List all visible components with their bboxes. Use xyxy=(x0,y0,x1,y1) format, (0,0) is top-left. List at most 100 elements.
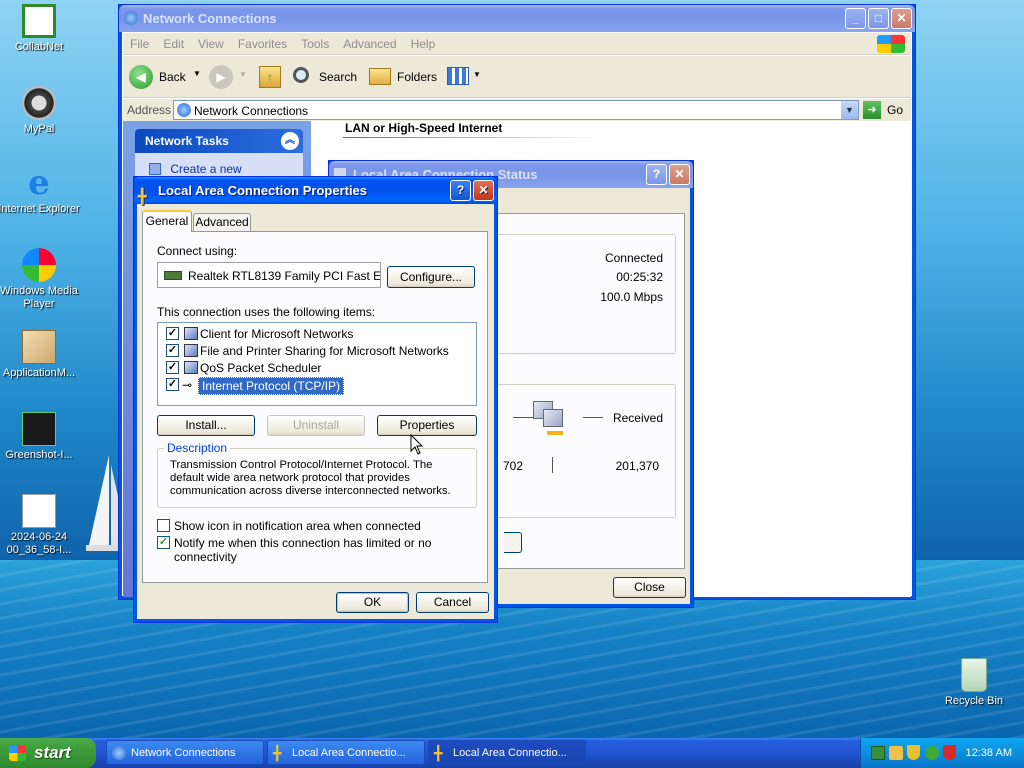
close-button[interactable]: ✕ xyxy=(669,164,690,185)
item-checkbox[interactable]: ✓ xyxy=(166,344,179,357)
list-item[interactable]: ✓ QoS Packet Scheduler xyxy=(158,360,474,376)
connect-using-label: Connect using: xyxy=(157,244,238,258)
address-bar: Address Network Connections ▼ ➜ Go xyxy=(123,99,911,121)
help-button[interactable]: ? xyxy=(450,180,471,201)
taskbar-item-label: Network Connections xyxy=(131,747,236,759)
network-tasks-title: Network Tasks xyxy=(145,134,229,148)
sent-bytes-value: 702 xyxy=(503,459,524,473)
window-title: Network Connections xyxy=(143,11,277,26)
close-button[interactable]: ✕ xyxy=(891,8,912,29)
list-item[interactable]: ✓ File and Printer Sharing for Microsoft… xyxy=(158,343,474,359)
desktop-icon-label: ApplicationM... xyxy=(2,367,76,379)
tab-general[interactable]: General xyxy=(142,210,192,232)
create-connection-link[interactable]: Create a new xyxy=(170,162,241,176)
desktop-icon-applicationm[interactable]: ApplicationM... xyxy=(0,330,81,380)
tray-connection-icon[interactable] xyxy=(925,746,939,760)
desktop-icon-windows-media-player[interactable]: Windows Media Player xyxy=(0,248,81,311)
explorer-titlebar[interactable]: Network Connections _ □ ✕ xyxy=(119,5,915,32)
search-button[interactable]: Search xyxy=(291,64,361,90)
desktop-icon-label: MyPal xyxy=(23,123,55,135)
collapse-chevron-icon[interactable]: ︽ xyxy=(281,132,299,150)
views-button[interactable]: ▼ xyxy=(445,65,483,89)
desktop-icon-label: Recycle Bin xyxy=(944,695,1004,707)
address-input[interactable]: Network Connections ▼ xyxy=(173,100,859,120)
item-checkbox[interactable]: ✓ xyxy=(166,327,179,340)
collabnet-icon xyxy=(22,4,56,38)
uninstall-button[interactable]: Uninstall xyxy=(267,415,365,436)
properties-dialog: ╋ Local Area Connection Properties ? ✕ G… xyxy=(133,176,498,623)
menu-tools[interactable]: Tools xyxy=(294,33,336,55)
search-icon xyxy=(293,67,309,83)
tab-advanced[interactable]: Advanced xyxy=(193,213,251,232)
address-label: Address xyxy=(127,103,172,117)
menu-favorites[interactable]: Favorites xyxy=(231,33,294,55)
configure-button[interactable]: Configure... xyxy=(387,266,475,288)
go-arrow-icon: ➜ xyxy=(863,101,881,119)
menu-edit[interactable]: Edit xyxy=(156,33,191,55)
application-manager-icon xyxy=(22,330,56,364)
item-checkbox[interactable]: ✓ xyxy=(166,361,179,374)
show-icon-label[interactable]: Show icon in notification area when conn… xyxy=(174,519,421,533)
notify-checkbox[interactable]: ✓ xyxy=(157,536,170,549)
desktop-icon-collabnet[interactable]: CollabNet xyxy=(0,4,81,54)
tray-network-icon[interactable] xyxy=(871,746,885,760)
tray-tools-icon[interactable] xyxy=(889,746,903,760)
start-button[interactable]: start xyxy=(0,738,96,768)
go-button[interactable]: ➜ Go xyxy=(863,100,907,120)
address-dropdown-icon[interactable]: ▼ xyxy=(841,101,858,119)
item-checkbox[interactable]: ✓ xyxy=(166,378,179,391)
show-icon-checkbox[interactable] xyxy=(157,519,170,532)
status-hidden-button-edge[interactable] xyxy=(504,532,522,553)
description-group: Description Transmission Control Protoco… xyxy=(157,441,477,508)
menu-help[interactable]: Help xyxy=(404,33,443,55)
menu-advanced[interactable]: Advanced xyxy=(336,33,403,55)
desktop-icon-label: Windows Media Player xyxy=(0,285,78,310)
notify-label[interactable]: Notify me when this connection has limit… xyxy=(174,536,487,564)
desktop-icon-mypal[interactable]: MyPal xyxy=(0,86,81,136)
properties-dialog-titlebar[interactable]: ╋ Local Area Connection Properties ? ✕ xyxy=(134,177,497,204)
help-button[interactable]: ? xyxy=(646,164,667,185)
activity-line-right xyxy=(583,417,603,418)
network-tasks-header[interactable]: Network Tasks ︽ xyxy=(135,129,303,153)
up-folder-icon[interactable]: ↑ xyxy=(259,66,281,88)
folders-button[interactable]: Folders xyxy=(367,64,439,90)
tray-alert-shield-icon[interactable] xyxy=(943,745,956,760)
taskbar-item-lan-status[interactable]: ╋ Local Area Connectio... xyxy=(267,740,425,765)
desktop-icon-recycle-bin[interactable]: Recycle Bin xyxy=(932,658,1016,708)
clock[interactable]: 12:38 AM xyxy=(966,738,1012,768)
ok-button[interactable]: OK xyxy=(336,592,409,613)
forward-dropdown-icon[interactable]: ▼ xyxy=(239,70,247,79)
desktop-icon-screenshot-file[interactable]: 2024-06-24 00_36_58-I... xyxy=(0,494,81,557)
back-label: Back xyxy=(159,70,186,84)
install-button[interactable]: Install... xyxy=(157,415,255,436)
status-close-button[interactable]: Close xyxy=(613,577,686,598)
internet-explorer-icon: e xyxy=(28,163,50,203)
tray-security-shield-icon[interactable] xyxy=(907,745,920,760)
taskbar-item-lan-properties[interactable]: ╋ Local Area Connectio... xyxy=(428,740,586,765)
menu-file[interactable]: File xyxy=(123,33,156,55)
list-item[interactable]: ✓ Client for Microsoft Networks xyxy=(158,326,474,342)
adapter-field: Realtek RTL8139 Family PCI Fast Et xyxy=(157,262,381,288)
components-list[interactable]: ✓ Client for Microsoft Networks ✓ File a… xyxy=(157,322,477,406)
back-dropdown-icon[interactable]: ▼ xyxy=(193,69,201,78)
cancel-button[interactable]: Cancel xyxy=(416,592,489,613)
search-label: Search xyxy=(319,70,358,84)
list-item-selected[interactable]: ✓ ⊸ Internet Protocol (TCP/IP) xyxy=(158,377,474,395)
maximize-button[interactable]: □ xyxy=(868,8,889,29)
file-sharing-icon xyxy=(184,344,198,357)
general-tab-panel: Connect using: Realtek RTL8139 Family PC… xyxy=(142,231,488,583)
menu-view[interactable]: View xyxy=(191,33,231,55)
network-connection-icon: ╋ xyxy=(434,745,443,761)
image-file-icon xyxy=(22,494,56,528)
desktop-icon-greenshot[interactable]: Greenshot-I... xyxy=(0,412,81,462)
item-properties-button[interactable]: Properties xyxy=(377,415,477,436)
back-button[interactable]: ◀ Back ▼ xyxy=(129,64,201,90)
desktop-icon-internet-explorer[interactable]: e Internet Explorer xyxy=(0,166,81,216)
network-connection-icon: ╋ xyxy=(273,745,282,761)
taskbar-item-network-connections[interactable]: Network Connections xyxy=(106,740,264,765)
forward-button-icon[interactable]: ▶ xyxy=(209,65,233,89)
minimize-button[interactable]: _ xyxy=(845,8,866,29)
go-label: Go xyxy=(887,103,904,117)
media-player-icon xyxy=(22,248,56,282)
close-button[interactable]: ✕ xyxy=(473,180,494,201)
